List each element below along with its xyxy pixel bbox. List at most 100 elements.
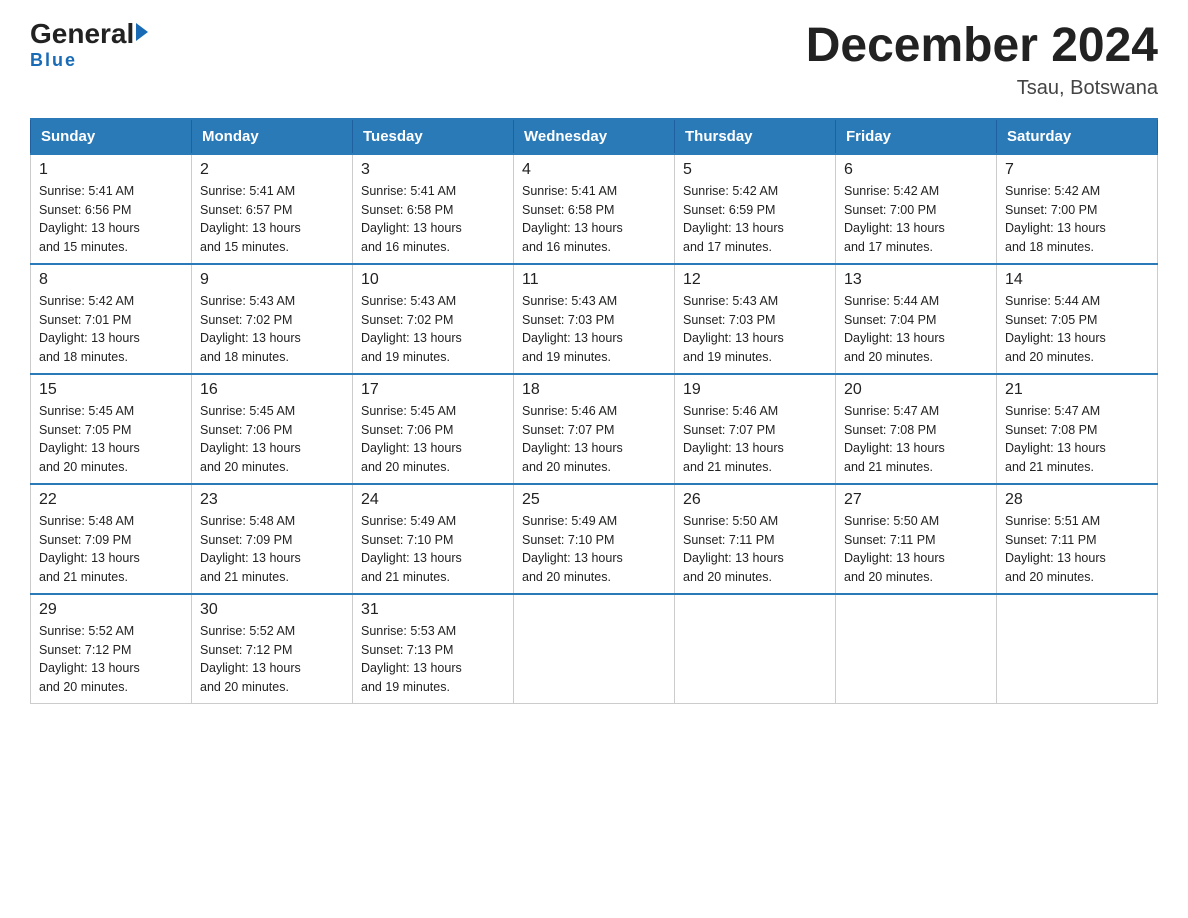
- calendar-day-12: 12 Sunrise: 5:43 AM Sunset: 7:03 PM Dayl…: [675, 264, 836, 374]
- day-info: Sunrise: 5:43 AM Sunset: 7:02 PM Dayligh…: [200, 292, 344, 367]
- calendar-empty-w4d5: [836, 594, 997, 704]
- logo-blue: Blue: [30, 50, 77, 71]
- day-number: 8: [39, 271, 183, 289]
- day-info: Sunrise: 5:45 AM Sunset: 7:05 PM Dayligh…: [39, 402, 183, 477]
- day-number: 21: [1005, 381, 1149, 399]
- calendar-day-1: 1 Sunrise: 5:41 AM Sunset: 6:56 PM Dayli…: [31, 154, 192, 264]
- col-wednesday: Wednesday: [514, 119, 675, 154]
- calendar-day-2: 2 Sunrise: 5:41 AM Sunset: 6:57 PM Dayli…: [192, 154, 353, 264]
- day-info: Sunrise: 5:50 AM Sunset: 7:11 PM Dayligh…: [683, 512, 827, 587]
- day-info: Sunrise: 5:41 AM Sunset: 6:56 PM Dayligh…: [39, 182, 183, 257]
- calendar-day-17: 17 Sunrise: 5:45 AM Sunset: 7:06 PM Dayl…: [353, 374, 514, 484]
- day-info: Sunrise: 5:46 AM Sunset: 7:07 PM Dayligh…: [683, 402, 827, 477]
- day-number: 30: [200, 601, 344, 619]
- calendar-day-18: 18 Sunrise: 5:46 AM Sunset: 7:07 PM Dayl…: [514, 374, 675, 484]
- day-number: 23: [200, 491, 344, 509]
- page-header: General Blue December 2024 Tsau, Botswan…: [30, 20, 1158, 100]
- day-info: Sunrise: 5:43 AM Sunset: 7:02 PM Dayligh…: [361, 292, 505, 367]
- day-number: 28: [1005, 491, 1149, 509]
- day-number: 12: [683, 271, 827, 289]
- day-info: Sunrise: 5:47 AM Sunset: 7:08 PM Dayligh…: [844, 402, 988, 477]
- calendar-empty-w4d6: [997, 594, 1158, 704]
- calendar-day-30: 30 Sunrise: 5:52 AM Sunset: 7:12 PM Dayl…: [192, 594, 353, 704]
- calendar-week-5: 29 Sunrise: 5:52 AM Sunset: 7:12 PM Dayl…: [31, 594, 1158, 704]
- calendar-day-14: 14 Sunrise: 5:44 AM Sunset: 7:05 PM Dayl…: [997, 264, 1158, 374]
- calendar-day-5: 5 Sunrise: 5:42 AM Sunset: 6:59 PM Dayli…: [675, 154, 836, 264]
- day-info: Sunrise: 5:52 AM Sunset: 7:12 PM Dayligh…: [39, 622, 183, 697]
- calendar-day-13: 13 Sunrise: 5:44 AM Sunset: 7:04 PM Dayl…: [836, 264, 997, 374]
- day-number: 2: [200, 161, 344, 179]
- calendar-header-row: Sunday Monday Tuesday Wednesday Thursday…: [31, 119, 1158, 154]
- day-info: Sunrise: 5:49 AM Sunset: 7:10 PM Dayligh…: [361, 512, 505, 587]
- day-number: 19: [683, 381, 827, 399]
- calendar-day-26: 26 Sunrise: 5:50 AM Sunset: 7:11 PM Dayl…: [675, 484, 836, 594]
- col-sunday: Sunday: [31, 119, 192, 154]
- calendar-week-3: 15 Sunrise: 5:45 AM Sunset: 7:05 PM Dayl…: [31, 374, 1158, 484]
- day-info: Sunrise: 5:44 AM Sunset: 7:04 PM Dayligh…: [844, 292, 988, 367]
- day-info: Sunrise: 5:42 AM Sunset: 7:00 PM Dayligh…: [1005, 182, 1149, 257]
- day-info: Sunrise: 5:49 AM Sunset: 7:10 PM Dayligh…: [522, 512, 666, 587]
- day-info: Sunrise: 5:50 AM Sunset: 7:11 PM Dayligh…: [844, 512, 988, 587]
- day-info: Sunrise: 5:41 AM Sunset: 6:58 PM Dayligh…: [522, 182, 666, 257]
- day-info: Sunrise: 5:41 AM Sunset: 6:57 PM Dayligh…: [200, 182, 344, 257]
- day-number: 25: [522, 491, 666, 509]
- day-number: 29: [39, 601, 183, 619]
- title-block: December 2024 Tsau, Botswana: [806, 20, 1158, 100]
- day-number: 9: [200, 271, 344, 289]
- day-number: 5: [683, 161, 827, 179]
- day-info: Sunrise: 5:51 AM Sunset: 7:11 PM Dayligh…: [1005, 512, 1149, 587]
- calendar-day-10: 10 Sunrise: 5:43 AM Sunset: 7:02 PM Dayl…: [353, 264, 514, 374]
- day-number: 22: [39, 491, 183, 509]
- day-number: 17: [361, 381, 505, 399]
- day-number: 16: [200, 381, 344, 399]
- day-info: Sunrise: 5:53 AM Sunset: 7:13 PM Dayligh…: [361, 622, 505, 697]
- day-info: Sunrise: 5:52 AM Sunset: 7:12 PM Dayligh…: [200, 622, 344, 697]
- calendar-day-15: 15 Sunrise: 5:45 AM Sunset: 7:05 PM Dayl…: [31, 374, 192, 484]
- day-number: 1: [39, 161, 183, 179]
- month-title: December 2024: [806, 20, 1158, 73]
- calendar-day-4: 4 Sunrise: 5:41 AM Sunset: 6:58 PM Dayli…: [514, 154, 675, 264]
- col-tuesday: Tuesday: [353, 119, 514, 154]
- col-thursday: Thursday: [675, 119, 836, 154]
- calendar-day-22: 22 Sunrise: 5:48 AM Sunset: 7:09 PM Dayl…: [31, 484, 192, 594]
- calendar-day-7: 7 Sunrise: 5:42 AM Sunset: 7:00 PM Dayli…: [997, 154, 1158, 264]
- calendar-day-20: 20 Sunrise: 5:47 AM Sunset: 7:08 PM Dayl…: [836, 374, 997, 484]
- day-number: 14: [1005, 271, 1149, 289]
- day-info: Sunrise: 5:42 AM Sunset: 6:59 PM Dayligh…: [683, 182, 827, 257]
- day-number: 31: [361, 601, 505, 619]
- calendar-day-28: 28 Sunrise: 5:51 AM Sunset: 7:11 PM Dayl…: [997, 484, 1158, 594]
- day-number: 3: [361, 161, 505, 179]
- calendar-day-31: 31 Sunrise: 5:53 AM Sunset: 7:13 PM Dayl…: [353, 594, 514, 704]
- calendar-day-29: 29 Sunrise: 5:52 AM Sunset: 7:12 PM Dayl…: [31, 594, 192, 704]
- day-number: 7: [1005, 161, 1149, 179]
- day-info: Sunrise: 5:46 AM Sunset: 7:07 PM Dayligh…: [522, 402, 666, 477]
- day-info: Sunrise: 5:47 AM Sunset: 7:08 PM Dayligh…: [1005, 402, 1149, 477]
- day-info: Sunrise: 5:45 AM Sunset: 7:06 PM Dayligh…: [361, 402, 505, 477]
- calendar-day-21: 21 Sunrise: 5:47 AM Sunset: 7:08 PM Dayl…: [997, 374, 1158, 484]
- calendar-day-8: 8 Sunrise: 5:42 AM Sunset: 7:01 PM Dayli…: [31, 264, 192, 374]
- calendar-day-11: 11 Sunrise: 5:43 AM Sunset: 7:03 PM Dayl…: [514, 264, 675, 374]
- calendar-day-9: 9 Sunrise: 5:43 AM Sunset: 7:02 PM Dayli…: [192, 264, 353, 374]
- calendar-day-3: 3 Sunrise: 5:41 AM Sunset: 6:58 PM Dayli…: [353, 154, 514, 264]
- day-info: Sunrise: 5:44 AM Sunset: 7:05 PM Dayligh…: [1005, 292, 1149, 367]
- calendar-week-2: 8 Sunrise: 5:42 AM Sunset: 7:01 PM Dayli…: [31, 264, 1158, 374]
- day-number: 4: [522, 161, 666, 179]
- day-info: Sunrise: 5:43 AM Sunset: 7:03 PM Dayligh…: [522, 292, 666, 367]
- calendar-day-27: 27 Sunrise: 5:50 AM Sunset: 7:11 PM Dayl…: [836, 484, 997, 594]
- calendar-day-23: 23 Sunrise: 5:48 AM Sunset: 7:09 PM Dayl…: [192, 484, 353, 594]
- day-info: Sunrise: 5:42 AM Sunset: 7:00 PM Dayligh…: [844, 182, 988, 257]
- day-number: 6: [844, 161, 988, 179]
- calendar-empty-w4d3: [514, 594, 675, 704]
- day-number: 18: [522, 381, 666, 399]
- logo-general: General: [30, 20, 134, 48]
- calendar-day-24: 24 Sunrise: 5:49 AM Sunset: 7:10 PM Dayl…: [353, 484, 514, 594]
- day-number: 24: [361, 491, 505, 509]
- calendar-day-25: 25 Sunrise: 5:49 AM Sunset: 7:10 PM Dayl…: [514, 484, 675, 594]
- day-number: 20: [844, 381, 988, 399]
- day-info: Sunrise: 5:42 AM Sunset: 7:01 PM Dayligh…: [39, 292, 183, 367]
- calendar-day-19: 19 Sunrise: 5:46 AM Sunset: 7:07 PM Dayl…: [675, 374, 836, 484]
- col-monday: Monday: [192, 119, 353, 154]
- day-number: 15: [39, 381, 183, 399]
- day-info: Sunrise: 5:41 AM Sunset: 6:58 PM Dayligh…: [361, 182, 505, 257]
- day-info: Sunrise: 5:48 AM Sunset: 7:09 PM Dayligh…: [39, 512, 183, 587]
